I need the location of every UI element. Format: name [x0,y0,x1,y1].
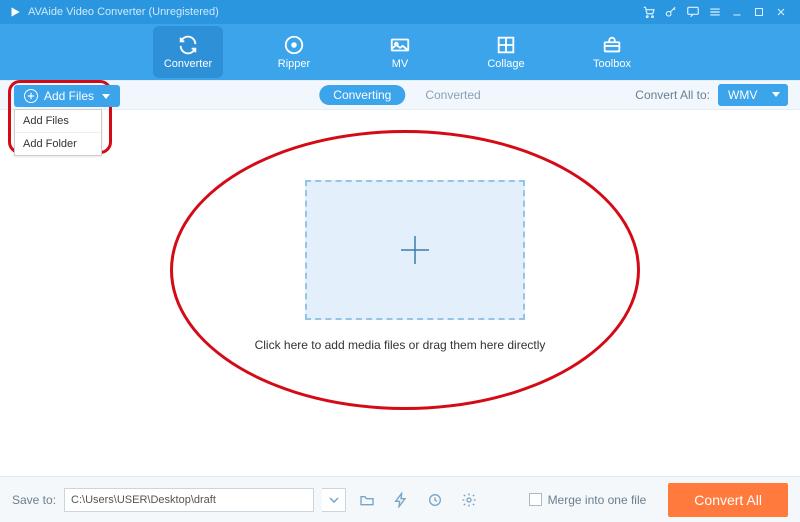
caret-down-icon [102,94,110,99]
bottom-bar: Save to: C:\Users\USER\Desktop\draft Mer… [0,476,800,522]
nav-label: Toolbox [593,58,631,70]
menu-icon[interactable] [704,3,726,21]
drop-zone[interactable] [305,180,525,320]
close-icon[interactable] [770,3,792,21]
cart-icon[interactable] [638,3,660,21]
save-to-label: Save to: [12,493,56,507]
menu-item-add-folder[interactable]: Add Folder [15,132,101,155]
drop-zone-hint: Click here to add media files or drag th… [0,338,800,352]
tab-converting[interactable]: Converting [319,85,405,105]
menu-item-add-files[interactable]: Add Files [15,110,101,132]
high-speed-button[interactable] [422,488,448,512]
minimize-icon[interactable] [726,3,748,21]
feedback-icon[interactable] [682,3,704,21]
merge-checkbox[interactable]: Merge into one file [529,493,647,507]
key-icon[interactable] [660,3,682,21]
save-path-field[interactable]: C:\Users\USER\Desktop\draft [64,488,314,512]
nav-label: Ripper [278,58,310,70]
app-logo-icon [8,5,22,19]
plus-circle-icon [24,89,38,103]
nav-label: Collage [487,58,524,70]
save-path-dropdown[interactable] [322,488,346,512]
nav-collage[interactable]: Collage [471,26,541,78]
output-format-select[interactable]: WMV [718,84,788,106]
nav-ripper[interactable]: Ripper [259,26,329,78]
convert-all-button-label: Convert All [694,492,762,508]
app-title: AVAide Video Converter (Unregistered) [28,6,219,18]
nav-label: Converter [164,58,212,70]
add-files-menu: Add Files Add Folder [14,109,102,156]
toolbox-icon [601,34,623,56]
ripper-icon [283,34,305,56]
nav-label: MV [392,58,409,70]
add-files-dropdown: Add Files Add Files Add Folder [14,85,120,156]
converter-icon [177,34,199,56]
caret-down-icon [772,92,780,97]
convert-all-to-label: Convert All to: [635,88,710,102]
convert-all-button[interactable]: Convert All [668,483,788,517]
sub-toolbar: Add Files Add Files Add Folder Convertin… [0,80,800,110]
tab-converted[interactable]: Converted [425,88,480,102]
save-path-value: C:\Users\USER\Desktop\draft [71,494,216,506]
mv-icon [389,34,411,56]
open-folder-button[interactable] [354,488,380,512]
add-files-label: Add Files [44,89,94,103]
nav-toolbox[interactable]: Toolbox [577,26,647,78]
settings-button[interactable] [456,488,482,512]
maximize-icon[interactable] [748,3,770,21]
main-nav: Converter Ripper MV Collage Toolbox [0,24,800,80]
hardware-accel-button[interactable] [388,488,414,512]
nav-converter[interactable]: Converter [153,26,223,78]
checkbox-box-icon [529,493,542,506]
nav-mv[interactable]: MV [365,26,435,78]
titlebar: AVAide Video Converter (Unregistered) [0,0,800,24]
merge-label: Merge into one file [548,493,647,507]
selected-format: WMV [728,88,757,102]
main-area: Click here to add media files or drag th… [0,110,800,476]
add-files-button[interactable]: Add Files [14,85,120,107]
collage-icon [495,34,517,56]
convert-all-to: Convert All to: WMV [635,84,788,106]
plus-icon [395,230,435,270]
status-tabs: Converting Converted [319,85,480,105]
